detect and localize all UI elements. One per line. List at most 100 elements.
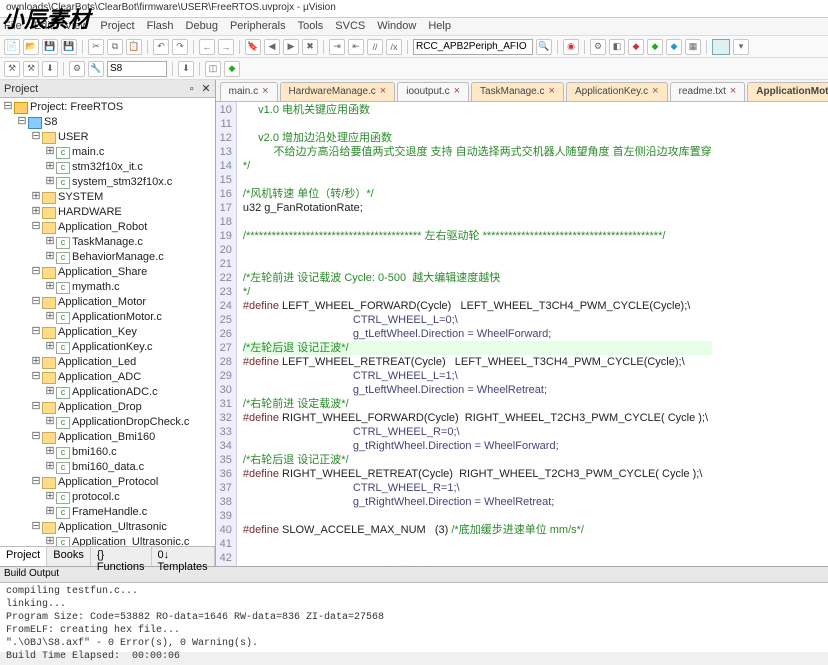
save-all-icon[interactable]: 💾: [61, 39, 77, 55]
tree-file-ApplicationMotor.c[interactable]: ⊞cApplicationMotor.c: [0, 310, 215, 325]
tree-group-system[interactable]: ⊞SYSTEM: [0, 190, 215, 205]
nav-back-icon[interactable]: ←: [199, 39, 215, 55]
paste-icon[interactable]: 📋: [126, 39, 142, 55]
tree-group-application_motor[interactable]: ⊟Application_Motor: [0, 295, 215, 310]
tree-group-hardware[interactable]: ⊞HARDWARE: [0, 205, 215, 220]
tool4-icon[interactable]: ◆: [666, 39, 682, 55]
tree-file-mymath.c[interactable]: ⊞cmymath.c: [0, 280, 215, 295]
build-target-icon[interactable]: ⬇: [42, 61, 58, 77]
menu-window[interactable]: Window: [377, 20, 416, 33]
menu-svcs[interactable]: SVCS: [335, 20, 365, 33]
bookmark-next-icon[interactable]: ▶: [283, 39, 299, 55]
find-combo[interactable]: RCC_APB2Periph_AFIO: [413, 39, 533, 55]
panel-tab[interactable]: Books: [47, 547, 91, 566]
menu-tools[interactable]: Tools: [298, 20, 324, 33]
menu-project[interactable]: Project: [100, 20, 134, 33]
indent-icon[interactable]: ⇥: [329, 39, 345, 55]
panel-close-icon[interactable]: ▫ ✕: [188, 82, 210, 96]
menu-help[interactable]: Help: [428, 20, 451, 33]
tool3-icon[interactable]: ◆: [647, 39, 663, 55]
tree-file-main.c[interactable]: ⊞cmain.c: [0, 145, 215, 160]
tree-file-ApplicationKey.c[interactable]: ⊞cApplicationKey.c: [0, 340, 215, 355]
outdent-icon[interactable]: ⇤: [348, 39, 364, 55]
tree-group-application_robot[interactable]: ⊟Application_Robot: [0, 220, 215, 235]
panel-tab[interactable]: 0↓ Templates: [152, 547, 215, 566]
redo-icon[interactable]: ↷: [172, 39, 188, 55]
config-icon[interactable]: ⚙: [590, 39, 606, 55]
tree-file-ApplicationADC.c[interactable]: ⊞cApplicationADC.c: [0, 385, 215, 400]
bookmark-icon[interactable]: 🔖: [245, 39, 261, 55]
tree-file-system_stm32f10x.c[interactable]: ⊞csystem_stm32f10x.c: [0, 175, 215, 190]
menu-flash[interactable]: Flash: [147, 20, 174, 33]
tree-target[interactable]: ⊟S8: [0, 115, 215, 130]
file-tab[interactable]: TaskManage.c×: [471, 82, 564, 101]
tree-group-application_ultrasonic[interactable]: ⊟Application_Ultrasonic: [0, 520, 215, 535]
tree-group-application_drop[interactable]: ⊟Application_Drop: [0, 400, 215, 415]
panel-tab[interactable]: Project: [0, 547, 47, 566]
undo-icon[interactable]: ↶: [153, 39, 169, 55]
tree-group-application_led[interactable]: ⊞Application_Led: [0, 355, 215, 370]
bookmark-prev-icon[interactable]: ◀: [264, 39, 280, 55]
build-output-panel: Build Output compiling testfun.c... link…: [0, 566, 828, 652]
file-tabs[interactable]: main.c×HardwareManage.c×iooutput.c×TaskM…: [216, 80, 828, 102]
rebuild-icon[interactable]: ⚒: [23, 61, 39, 77]
tree-file-ApplicationDropCheck.c[interactable]: ⊞cApplicationDropCheck.c: [0, 415, 215, 430]
tool5-icon[interactable]: ▦: [685, 39, 701, 55]
project-tree[interactable]: ⊟Project: FreeRTOS⊟S8⊟USER⊞cmain.c⊞cstm3…: [0, 98, 215, 546]
project-panel-tabs[interactable]: ProjectBooks{} Functions0↓ Templates: [0, 546, 215, 566]
build-icon[interactable]: ⚒: [4, 61, 20, 77]
tree-file-FrameHandle.c[interactable]: ⊞cFrameHandle.c: [0, 505, 215, 520]
menu-view[interactable]: View: [65, 20, 89, 33]
tool-toggle[interactable]: [712, 39, 730, 55]
tree-project-root[interactable]: ⊟Project: FreeRTOS: [0, 100, 215, 115]
tree-file-BehaviorManage.c[interactable]: ⊞cBehaviorManage.c: [0, 250, 215, 265]
tree-group-application_key[interactable]: ⊟Application_Key: [0, 325, 215, 340]
bookmark-clear-icon[interactable]: ✖: [302, 39, 318, 55]
menu-bar[interactable]: File Edit View Project Flash Debug Peripherals…: [0, 18, 828, 36]
tool1-icon[interactable]: ◧: [609, 39, 625, 55]
help-icon[interactable]: ▾: [733, 39, 749, 55]
tree-group-application_adc[interactable]: ⊟Application_ADC: [0, 370, 215, 385]
load-icon[interactable]: ⬇: [178, 61, 194, 77]
tree-group-user[interactable]: ⊟USER: [0, 130, 215, 145]
tree-group-application_share[interactable]: ⊟Application_Share: [0, 265, 215, 280]
copy-icon[interactable]: ⧉: [107, 39, 123, 55]
comment-icon[interactable]: //: [367, 39, 383, 55]
file-tab[interactable]: ApplicationMotor.c×: [747, 82, 828, 101]
menu-debug[interactable]: Debug: [186, 20, 218, 33]
file-tab[interactable]: readme.txt×: [670, 82, 746, 101]
file-tab[interactable]: main.c×: [220, 82, 278, 101]
menu-edit[interactable]: Edit: [34, 20, 53, 33]
file-tab[interactable]: ApplicationKey.c×: [566, 82, 668, 101]
tree-file-TaskManage.c[interactable]: ⊞cTaskManage.c: [0, 235, 215, 250]
target-select[interactable]: S8: [107, 61, 167, 77]
target-mgr-icon[interactable]: 🔧: [88, 61, 104, 77]
menu-peripherals[interactable]: Peripherals: [230, 20, 286, 33]
tool2-icon[interactable]: ◆: [628, 39, 644, 55]
uncomment-icon[interactable]: /x: [386, 39, 402, 55]
file-tab[interactable]: iooutput.c×: [397, 82, 469, 101]
panel-tab[interactable]: {} Functions: [91, 547, 152, 566]
tree-group-application_protocol[interactable]: ⊟Application_Protocol: [0, 475, 215, 490]
manage-icon[interactable]: ◫: [205, 61, 221, 77]
tree-file-protocol.c[interactable]: ⊞cprotocol.c: [0, 490, 215, 505]
tree-file-stm32f10x_it.c[interactable]: ⊞cstm32f10x_it.c: [0, 160, 215, 175]
tree-group-application_bmi160[interactable]: ⊟Application_Bmi160: [0, 430, 215, 445]
build-output-text[interactable]: compiling testfun.c... linking... Progra…: [0, 583, 828, 665]
code-content[interactable]: v1.0 电机关键应用函数 v2.0 增加边沿处理应用函数 不给边方高沿给要值两…: [237, 102, 718, 566]
save-icon[interactable]: 💾: [42, 39, 58, 55]
code-editor[interactable]: 1011121314151617181920212223242526272829…: [216, 102, 828, 566]
debug-icon[interactable]: ◉: [563, 39, 579, 55]
open-icon[interactable]: 📂: [23, 39, 39, 55]
tree-file-Application_Ultrasonic.c[interactable]: ⊞cApplication_Ultrasonic.c: [0, 535, 215, 546]
file-tab[interactable]: HardwareManage.c×: [280, 82, 396, 101]
cut-icon[interactable]: ✂: [88, 39, 104, 55]
target-opt-icon[interactable]: ⚙: [69, 61, 85, 77]
tree-file-bmi160.c[interactable]: ⊞cbmi160.c: [0, 445, 215, 460]
menu-file[interactable]: File: [4, 20, 22, 33]
nav-fwd-icon[interactable]: →: [218, 39, 234, 55]
tree-file-bmi160_data.c[interactable]: ⊞cbmi160_data.c: [0, 460, 215, 475]
find-icon[interactable]: 🔍: [536, 39, 552, 55]
pack-icon[interactable]: ◆: [224, 61, 240, 77]
new-file-icon[interactable]: 📄: [4, 39, 20, 55]
